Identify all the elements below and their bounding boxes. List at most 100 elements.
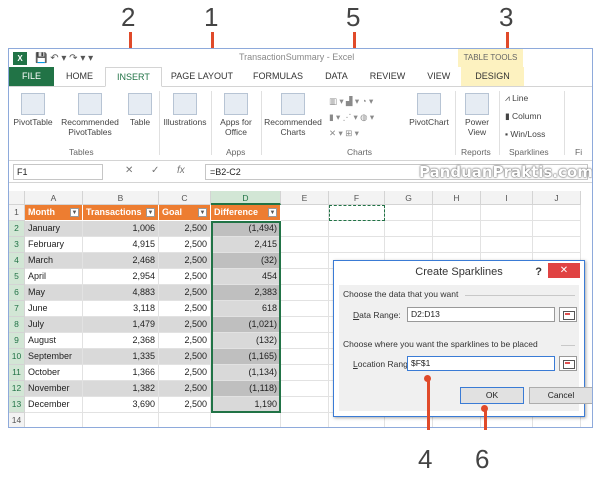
row-header[interactable]: 12 <box>9 381 25 397</box>
data-range-input[interactable]: D2:D13 <box>407 307 555 322</box>
chart-types-gallery[interactable]: ▥ ▾ ▟ ▾ ◔ ▾ ▮ ▾ ⋰ ▾ ◍ ▾ ✕ ▾ ⊞ ▾ <box>329 93 399 141</box>
table-cell[interactable]: 2,500 <box>159 317 211 333</box>
column-header-d[interactable]: D <box>211 191 281 205</box>
table-cell[interactable]: June <box>25 301 83 317</box>
tab-design[interactable]: DESIGN <box>461 67 524 86</box>
table-cell[interactable]: April <box>25 269 83 285</box>
table-button[interactable]: Table <box>125 93 155 127</box>
table-cell[interactable]: 2,500 <box>159 333 211 349</box>
sparkline-column-button[interactable]: ▮ Column <box>505 111 541 122</box>
table-cell[interactable]: August <box>25 333 83 349</box>
row-header[interactable]: 10 <box>9 349 25 365</box>
table-cell[interactable]: 2,368 <box>83 333 159 349</box>
cell[interactable] <box>281 221 329 237</box>
tab-formulas[interactable]: FORMULAS <box>242 67 314 86</box>
cell[interactable] <box>281 333 329 349</box>
table-cell[interactable]: (1,165) <box>211 349 281 365</box>
column-header-e[interactable]: E <box>281 191 329 205</box>
recommended-charts-button[interactable]: Recommended Charts <box>263 93 323 137</box>
filter-dropdown-icon[interactable]: ▼ <box>198 208 207 217</box>
cell[interactable] <box>281 205 329 221</box>
row-header[interactable]: 4 <box>9 253 25 269</box>
table-cell[interactable]: 2,500 <box>159 269 211 285</box>
table-header-cell[interactable]: Difference ▼ <box>211 205 281 221</box>
table-cell[interactable]: 2,500 <box>159 221 211 237</box>
cell[interactable] <box>159 413 211 427</box>
filter-dropdown-icon[interactable]: ▼ <box>268 208 277 217</box>
cell[interactable] <box>281 365 329 381</box>
tab-home[interactable]: HOME <box>54 67 105 86</box>
table-cell[interactable]: 2,500 <box>159 253 211 269</box>
name-box[interactable]: F1 <box>13 164 103 180</box>
cell[interactable] <box>385 205 433 221</box>
table-cell[interactable]: 2,415 <box>211 237 281 253</box>
quick-access-toolbar[interactable]: 💾 ↶ ▾ ↷ ▾ ▾ <box>35 53 93 64</box>
filter-dropdown-icon[interactable]: ▼ <box>146 208 155 217</box>
cell[interactable] <box>281 317 329 333</box>
column-header-b[interactable]: B <box>83 191 159 205</box>
pivotchart-button[interactable]: PivotChart <box>405 93 453 127</box>
table-cell[interactable]: (1,494) <box>211 221 281 237</box>
tab-view[interactable]: VIEW <box>416 67 461 86</box>
pivottable-button[interactable]: PivotTable <box>11 93 55 127</box>
cell[interactable] <box>281 397 329 413</box>
cancel-button[interactable]: Cancel <box>529 387 592 404</box>
table-cell[interactable]: 618 <box>211 301 281 317</box>
cell[interactable] <box>329 205 385 221</box>
table-cell[interactable]: November <box>25 381 83 397</box>
filter-dropdown-icon[interactable]: ▼ <box>70 208 79 217</box>
table-cell[interactable]: 2,500 <box>159 237 211 253</box>
table-cell[interactable]: (1,021) <box>211 317 281 333</box>
table-cell[interactable]: February <box>25 237 83 253</box>
help-icon[interactable]: ? <box>535 261 542 283</box>
table-cell[interactable]: 2,500 <box>159 365 211 381</box>
table-cell[interactable]: March <box>25 253 83 269</box>
cell[interactable] <box>533 221 581 237</box>
cell[interactable] <box>329 237 385 253</box>
cell[interactable] <box>281 413 329 427</box>
table-cell[interactable]: 1,335 <box>83 349 159 365</box>
close-icon[interactable]: ✕ <box>548 263 580 278</box>
cell[interactable] <box>281 269 329 285</box>
tab-page-layout[interactable]: PAGE LAYOUT <box>162 67 242 86</box>
cancel-icon[interactable]: ✕ <box>125 165 133 176</box>
table-cell[interactable]: 4,883 <box>83 285 159 301</box>
location-range-input[interactable]: $F$1 <box>407 356 555 371</box>
row-header[interactable]: 2 <box>9 221 25 237</box>
row-header[interactable]: 11 <box>9 365 25 381</box>
row-header[interactable]: 5 <box>9 269 25 285</box>
column-header-j[interactable]: J <box>533 191 581 205</box>
cell[interactable] <box>25 413 83 427</box>
cell[interactable] <box>481 221 533 237</box>
table-cell[interactable]: 1,366 <box>83 365 159 381</box>
cell[interactable] <box>481 205 533 221</box>
power-view-button[interactable]: Power View <box>457 93 497 137</box>
cell[interactable] <box>385 237 433 253</box>
row-header[interactable]: 8 <box>9 317 25 333</box>
table-cell[interactable]: (1,134) <box>211 365 281 381</box>
table-cell[interactable]: 2,500 <box>159 285 211 301</box>
table-header-cell[interactable]: Transactions ▼ <box>83 205 159 221</box>
table-cell[interactable]: 3,690 <box>83 397 159 413</box>
table-cell[interactable]: July <box>25 317 83 333</box>
cell[interactable] <box>433 237 481 253</box>
cell[interactable] <box>281 349 329 365</box>
table-cell[interactable]: 3,118 <box>83 301 159 317</box>
ok-button[interactable]: OK <box>460 387 524 404</box>
column-header-i[interactable]: I <box>481 191 533 205</box>
illustrations-button[interactable]: Illustrations <box>161 93 209 127</box>
row-header[interactable]: 6 <box>9 285 25 301</box>
column-header-a[interactable]: A <box>25 191 83 205</box>
table-cell[interactable]: 2,954 <box>83 269 159 285</box>
table-cell[interactable]: 4,915 <box>83 237 159 253</box>
table-cell[interactable]: (32) <box>211 253 281 269</box>
column-header-c[interactable]: C <box>159 191 211 205</box>
table-cell[interactable]: 2,500 <box>159 301 211 317</box>
table-cell[interactable]: January <box>25 221 83 237</box>
cell[interactable] <box>281 301 329 317</box>
column-header-h[interactable]: H <box>433 191 481 205</box>
table-header-cell[interactable]: Month ▼ <box>25 205 83 221</box>
table-cell[interactable]: 1,382 <box>83 381 159 397</box>
location-range-collapse-button[interactable] <box>559 356 577 371</box>
cell[interactable] <box>533 237 581 253</box>
